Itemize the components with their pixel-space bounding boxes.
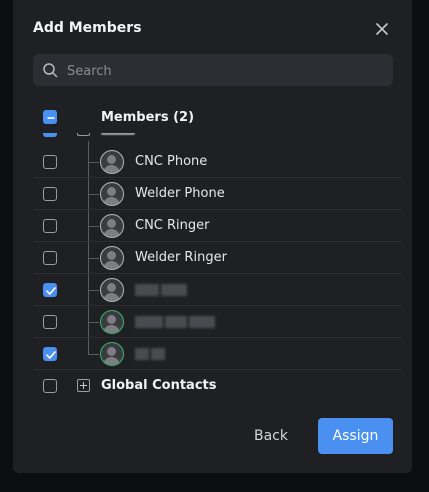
avatar-icon: [100, 342, 124, 366]
avatar-icon: [100, 246, 124, 270]
member-checkbox[interactable]: [43, 315, 57, 329]
member-name: CNC Phone: [135, 154, 208, 169]
tree-branch: [88, 226, 99, 227]
global-contacts-row[interactable]: Global Contacts: [33, 370, 401, 401]
redacted-name: [135, 284, 189, 296]
member-list: Members (2) CNC Phone Welder Phone CNC Rin…: [33, 101, 401, 401]
global-contacts-checkbox[interactable]: [43, 379, 57, 393]
member-name: CNC Ringer: [135, 218, 210, 233]
member-checkbox[interactable]: [43, 251, 57, 265]
members-header-label: Members (2): [101, 110, 195, 125]
avatar-icon: [100, 278, 124, 302]
avatar-icon: [100, 214, 124, 238]
tree-branch: [88, 322, 99, 323]
members-select-all-checkbox[interactable]: [43, 110, 57, 124]
back-button[interactable]: Back: [245, 418, 297, 454]
member-name: Welder Phone: [135, 186, 225, 201]
member-checkbox[interactable]: [43, 219, 57, 233]
member-checkbox[interactable]: [43, 347, 57, 361]
tree-branch: [88, 258, 99, 259]
assign-button[interactable]: Assign: [318, 418, 393, 454]
tree-branch: [88, 194, 99, 195]
search-input[interactable]: [65, 54, 389, 88]
tree-branch: [88, 290, 99, 291]
global-contacts-label: Global Contacts: [101, 378, 217, 393]
search-icon: [43, 63, 58, 78]
redacted-name: [135, 316, 217, 328]
member-checkbox[interactable]: [43, 283, 57, 297]
search-box: [33, 54, 393, 88]
redacted-name: [135, 348, 167, 360]
avatar-icon: [100, 150, 124, 174]
add-members-dialog: Add Members Members (2) CNC Phone Welder …: [13, 0, 412, 473]
dialog-title: Add Members: [33, 20, 142, 36]
tree-branch: [88, 354, 99, 355]
avatar-icon: [100, 182, 124, 206]
member-name: Welder Ringer: [135, 250, 227, 265]
close-icon[interactable]: [374, 21, 390, 37]
member-checkbox[interactable]: [43, 155, 57, 169]
avatar-icon: [100, 310, 124, 334]
members-header-row[interactable]: Members (2): [33, 101, 401, 133]
member-checkbox[interactable]: [43, 187, 57, 201]
tree-branch: [88, 162, 99, 163]
expand-plus-icon[interactable]: [77, 379, 90, 392]
